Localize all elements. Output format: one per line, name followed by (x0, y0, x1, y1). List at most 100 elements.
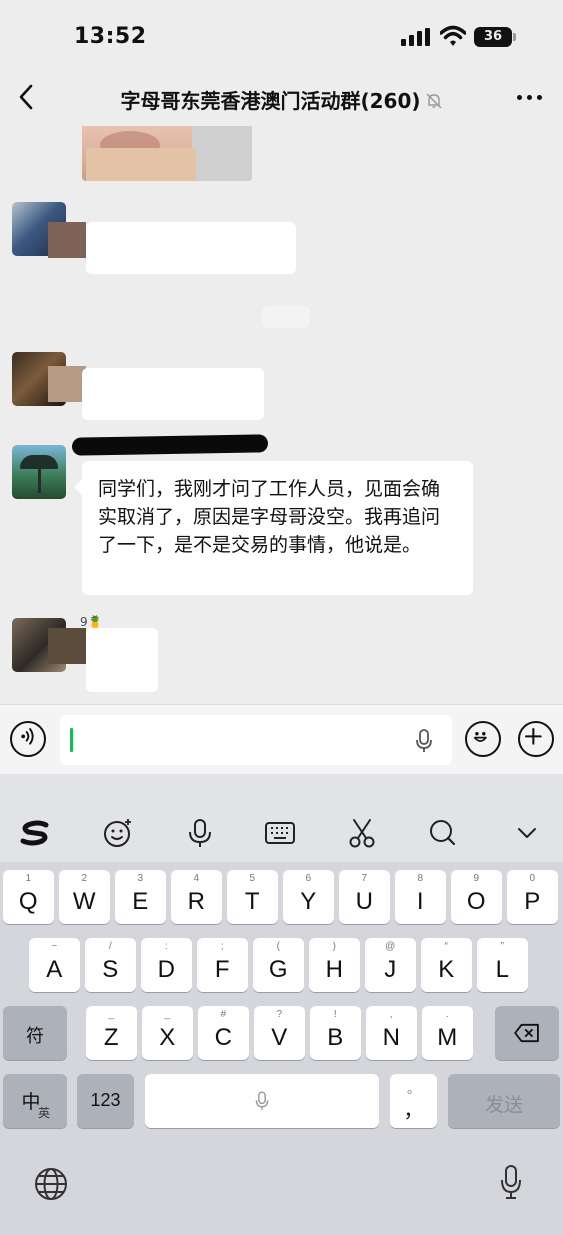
key-label: K (438, 956, 455, 983)
key-secondary-label: 3 (137, 873, 144, 884)
more-options-icon[interactable] (517, 95, 543, 101)
key-n[interactable]: ,N (366, 1006, 417, 1060)
key-f[interactable]: ; F (197, 938, 248, 992)
key-p[interactable]: 0P (507, 870, 558, 924)
key-k[interactable]: “K (421, 938, 472, 992)
key-z[interactable]: _ Z (86, 1006, 137, 1060)
wifi-icon (440, 25, 466, 46)
mute-bell-icon (426, 93, 442, 109)
key-b[interactable]: ! B (310, 1006, 361, 1060)
key-secondary-label: 1 (25, 873, 32, 884)
key-secondary-label: / (108, 941, 112, 952)
key-label: P (524, 888, 541, 915)
numbers-key[interactable]: 123 (77, 1074, 134, 1128)
key-label: M (437, 1024, 458, 1051)
key-l[interactable]: ” L (477, 938, 528, 992)
key-label: E (132, 888, 149, 915)
globe-icon[interactable] (33, 1166, 69, 1202)
symbol-key[interactable]: 符 (3, 1006, 67, 1060)
key-secondary-label: ? (276, 1009, 283, 1020)
key-label: U (355, 888, 373, 915)
backspace-key[interactable] (495, 1006, 559, 1060)
key-secondary-label: ( (276, 941, 280, 952)
voice-mode-button[interactable] (10, 721, 46, 757)
key-secondary-label: , (389, 1009, 393, 1020)
key-secondary-label: _ (164, 1009, 171, 1020)
dictation-microphone-icon[interactable] (499, 1164, 523, 1200)
emoji-sticker-icon[interactable] (101, 816, 135, 850)
group-title: 字母哥东莞香港澳门活动群(260) (0, 85, 563, 114)
key-i[interactable]: 8I (395, 870, 446, 924)
sogou-logo-icon[interactable] (18, 816, 52, 850)
key-h[interactable]: ) H (309, 938, 360, 992)
key-t[interactable]: 5T (227, 870, 278, 924)
key-secondary-label: : (164, 941, 168, 952)
key-label: B (327, 1024, 344, 1051)
text-message-bubble[interactable]: 同学们，我刚才问了工作人员，见面会确实取消了，原因是字母哥没空。我再追问了一下，… (74, 461, 473, 595)
key-j[interactable]: @ J (365, 938, 416, 992)
redacted-sender-name (71, 434, 269, 456)
redaction-mask (48, 222, 86, 258)
key-secondary-label: _ (108, 1009, 115, 1020)
key-label: W (72, 888, 96, 915)
language-switch-key[interactable]: 中 英 (3, 1074, 67, 1128)
redacted-message[interactable] (86, 222, 296, 274)
emoji-button[interactable] (465, 721, 501, 757)
avatar[interactable] (12, 445, 66, 499)
key-e[interactable]: 3E (115, 870, 166, 924)
key-s[interactable]: / S (85, 938, 136, 992)
key-c[interactable]: # C (198, 1006, 249, 1060)
redaction-mask (48, 628, 86, 664)
search-icon[interactable] (426, 816, 460, 850)
group-name: 字母哥东莞香港澳门活动群 (120, 89, 361, 113)
key-secondary-label: ” (500, 941, 504, 952)
key-o[interactable]: 9O (451, 870, 502, 924)
key-r[interactable]: 4R (171, 870, 222, 924)
keyboard-layout-icon[interactable] (263, 816, 297, 850)
punctuation-key[interactable]: 。 ， (390, 1074, 437, 1128)
more-functions-button[interactable] (518, 721, 554, 757)
key-x[interactable]: _ X (142, 1006, 193, 1060)
key-secondary-label: 5 (249, 873, 256, 884)
key-g[interactable]: (G (253, 938, 304, 992)
key-secondary-label: 4 (193, 873, 200, 884)
key-d[interactable]: :D (141, 938, 192, 992)
redacted-message[interactable] (82, 368, 264, 420)
key-label: Q (18, 888, 38, 915)
key-label: D (157, 956, 175, 983)
space-microphone-icon (255, 1091, 269, 1110)
message-text-input[interactable] (60, 715, 452, 765)
text-caret (70, 728, 73, 752)
key-u[interactable]: 7U (339, 870, 390, 924)
scissors-icon[interactable] (345, 816, 379, 850)
key-v[interactable]: ? V (254, 1006, 305, 1060)
key-label: C (214, 1024, 232, 1051)
keyboard: 1Q2W3E4R5T6Y7U8I9O0P ~ A / S: D; F(G) H @ J “K” L … (0, 774, 563, 1235)
key-q[interactable]: 1Q (3, 870, 54, 924)
key-secondary-label: ) (332, 941, 336, 952)
key-label: V (271, 1024, 288, 1051)
sound-wave-icon (21, 728, 34, 745)
member-count: (260) (360, 89, 421, 113)
key-m[interactable]: .M (422, 1006, 473, 1060)
key-a[interactable]: ~ A (29, 938, 80, 992)
battery-indicator: 36 (474, 27, 516, 47)
microphone-icon[interactable] (414, 728, 434, 754)
key-label: O (466, 888, 486, 915)
key-w[interactable]: 2W (59, 870, 110, 924)
space-key[interactable] (145, 1074, 379, 1128)
send-key[interactable]: 发送 (448, 1074, 560, 1128)
key-y[interactable]: 6Y (283, 870, 334, 924)
key-label: R (187, 888, 205, 915)
key-secondary-label: 0 (529, 873, 536, 884)
redacted-message[interactable] (86, 628, 158, 692)
key-label: Z (103, 1024, 119, 1051)
key-label: X (159, 1024, 176, 1051)
voice-input-icon[interactable] (183, 816, 217, 850)
keyboard-toolbar (0, 774, 563, 862)
backspace-icon (514, 1023, 539, 1043)
message-list[interactable]: 同学们，我刚才问了工作人员，见面会确实取消了，原因是字母哥没空。我再追问了一下，… (0, 126, 563, 704)
key-label: L (495, 956, 509, 983)
image-message[interactable] (82, 126, 252, 181)
collapse-keyboard-chevron-icon[interactable] (510, 816, 544, 850)
